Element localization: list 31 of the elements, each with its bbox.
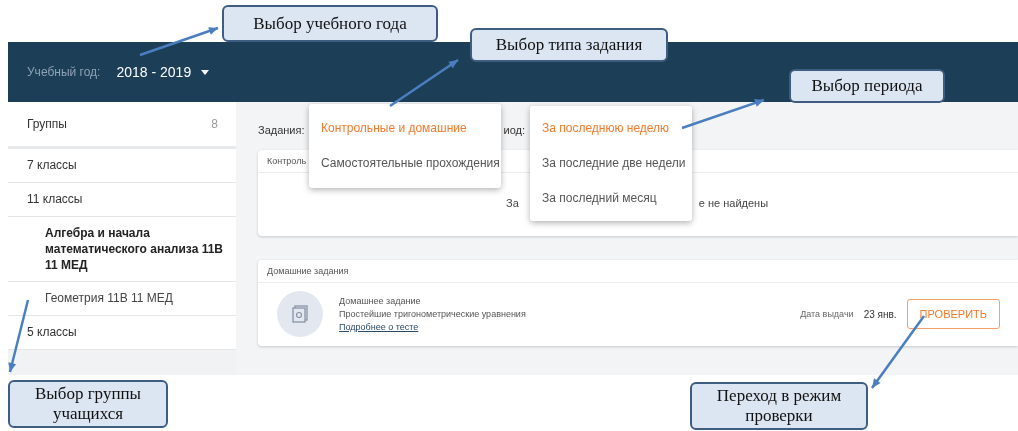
menu-option[interactable]: За последние две недели <box>530 146 692 181</box>
empty-message: За <box>506 197 519 209</box>
date-label: Дата выдачи <box>800 309 854 319</box>
year-label: Учебный год: <box>27 65 101 79</box>
empty-message: е не найдены <box>698 197 769 209</box>
caret-icon <box>201 69 210 75</box>
menu-option[interactable]: Самостоятельные прохождения <box>309 146 501 181</box>
card-title: Домашние задания <box>267 266 349 276</box>
group-count: 8 <box>211 117 218 131</box>
sidebar-item[interactable]: 7 классы <box>8 149 236 183</box>
task-name: Простейшие тригонометрические уравнения <box>339 307 527 321</box>
callout-label: Выбор группы учащихся <box>8 380 168 428</box>
filter-label: Задания: <box>258 124 305 136</box>
menu-option[interactable]: За последний месяц <box>530 181 692 216</box>
document-icon <box>277 291 323 337</box>
callout-label: Переход в режим проверки <box>690 382 868 430</box>
filter-label: иод: <box>503 124 526 136</box>
sidebar-item[interactable]: 5 классы <box>8 316 236 350</box>
callout-label: Выбор типа задания <box>470 28 668 62</box>
sidebar-item[interactable]: Геометрия 11В 11 МЕД <box>8 282 236 316</box>
issue-date: 23 янв. <box>863 308 897 320</box>
callout-label: Выбор периода <box>789 69 945 103</box>
year-dropdown[interactable]: 2018 - 2019 <box>116 64 210 80</box>
card-title: Контроль <box>267 156 307 166</box>
sidebar-item[interactable]: Алгебра и начала математического анализа 11В 11 МЕД <box>8 217 236 282</box>
sidebar-item[interactable]: 11 классы <box>8 183 236 217</box>
details-link[interactable]: Подробнее о тесте <box>339 320 419 334</box>
task-type: Домашнее задание <box>339 294 422 308</box>
callout-label: Выбор учебного года <box>222 5 438 42</box>
sidebar-title: Группы <box>27 117 67 131</box>
callout-arrow <box>389 58 459 108</box>
